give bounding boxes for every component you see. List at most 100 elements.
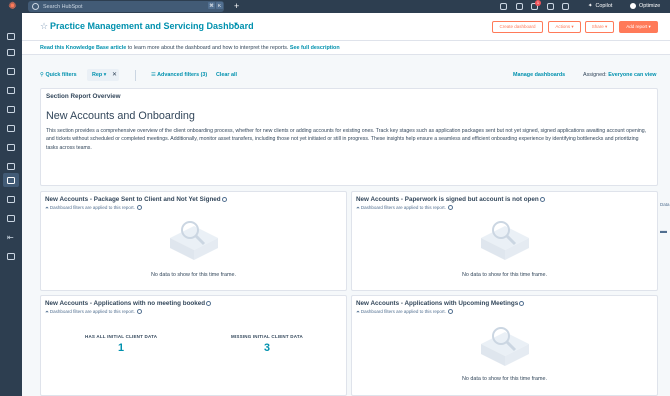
divider — [135, 70, 136, 81]
data-management-icon[interactable] — [7, 196, 15, 203]
reporting-icon[interactable] — [7, 177, 15, 184]
share-button[interactable]: Share ▾ — [585, 21, 614, 33]
search-icon — [32, 3, 39, 10]
actions-button[interactable]: Actions ▾ — [548, 21, 581, 33]
overview-header: Section Report Overview — [46, 93, 121, 100]
automation-icon[interactable] — [7, 163, 15, 170]
actions-label: Actions — [555, 24, 571, 29]
report-title-text: New Accounts - Package Sent to Client an… — [45, 196, 221, 203]
assigned-value-link[interactable]: Everyone can view — [608, 72, 656, 78]
full-description-link[interactable]: See full description — [290, 45, 340, 51]
sales-icon[interactable] — [7, 125, 15, 132]
overview-body: This section provides a comprehensive ov… — [46, 128, 647, 151]
content-icon[interactable] — [7, 106, 15, 113]
filter-applied-icon: ⏶ — [45, 205, 49, 210]
chevron-down-icon[interactable]: ▼ — [233, 22, 239, 28]
filter-applied-icon: ⏶ — [356, 309, 360, 314]
report-card-paperwork-signed[interactable]: New Accounts - Paperwork is signed but a… — [351, 191, 658, 291]
report-title: New Accounts - Package Sent to Client an… — [45, 196, 227, 203]
report-subtitle: ⏶ Dashboard filters are applied to this … — [45, 309, 143, 315]
clear-all-link[interactable]: Clear all — [216, 72, 237, 78]
dashboard-title[interactable]: Practice Management and Servicing Dashbo… — [50, 21, 254, 31]
apps-icon[interactable] — [7, 253, 15, 260]
report-subtitle-text: Dashboard filters are applied to this re… — [360, 309, 446, 314]
report-card-package-sent[interactable]: New Accounts - Package Sent to Client an… — [40, 191, 347, 291]
quick-filters-button[interactable]: ⚲ Quick filters — [40, 72, 77, 78]
avatar — [630, 2, 636, 9]
info-icon[interactable] — [206, 300, 212, 306]
create-plus-icon[interactable]: + — [234, 0, 239, 13]
knowledge-base-link[interactable]: Read this Knowledge Base article — [40, 45, 126, 51]
kpi-value[interactable]: 1 — [118, 342, 124, 354]
no-data-message: No data to show for this time frame. — [150, 272, 237, 278]
account-menu[interactable]: Optimize — [630, 0, 660, 13]
filters-bar: ⚲ Quick filters Rep ▾ ✕ ☰ Advanced filte… — [22, 66, 670, 86]
report-subtitle-text: Dashboard filters are applied to this re… — [360, 205, 446, 210]
info-icon[interactable] — [539, 196, 545, 202]
remove-filter-close-icon[interactable]: ✕ — [112, 69, 117, 81]
shortcut-key-k: K — [216, 2, 223, 9]
phone-icon[interactable] — [500, 3, 507, 10]
library-icon[interactable] — [7, 215, 15, 222]
filter-applied-icon: ⏶ — [45, 309, 49, 314]
notification-badge: 1 — [535, 0, 541, 6]
kb-description-text: to learn more about the dashboard and ho… — [126, 45, 290, 51]
report-subtitle-text: Dashboard filters are applied to this re… — [49, 309, 135, 314]
settings-gear-icon[interactable] — [547, 3, 554, 10]
report-title: New Accounts - Applications with no meet… — [45, 300, 212, 307]
overview-title: New Accounts and Onboarding — [46, 110, 195, 122]
report-subtitle: ⏶ Dashboard filters are applied to this … — [356, 309, 454, 315]
report-title: New Accounts - Paperwork is signed but a… — [356, 196, 545, 203]
dashboard-header: ☆ Practice Management and Servicing Dash… — [22, 13, 670, 41]
side-panel-tab[interactable]: Data — [660, 202, 670, 207]
kpi-label: MISSING INITIAL CLIENT DATA — [231, 334, 303, 339]
favorite-star-icon[interactable]: ☆ — [40, 21, 48, 32]
kpi-value[interactable]: 3 — [264, 342, 270, 354]
account-name: Optimize — [639, 3, 661, 9]
report-subtitle: ⏶ Dashboard filters are applied to this … — [356, 205, 454, 211]
info-icon[interactable] — [221, 196, 227, 202]
empty-state-magnifier-icon — [481, 221, 529, 260]
search-bar[interactable]: Search HubSpot — [28, 1, 224, 12]
info-icon[interactable] — [137, 205, 143, 211]
rep-filter-label: Rep — [92, 72, 103, 78]
marketplace-icon[interactable] — [516, 3, 523, 10]
marketing-icon[interactable] — [7, 87, 15, 94]
shortcut-key-cmd: ⌘ — [208, 2, 215, 9]
info-icon[interactable] — [448, 309, 454, 315]
no-data-message: No data to show for this time frame. — [461, 272, 548, 278]
info-icon[interactable] — [137, 309, 143, 315]
report-card-no-meeting-booked[interactable]: New Accounts - Applications with no meet… — [40, 295, 347, 396]
report-title-text: New Accounts - Applications with no meet… — [45, 300, 206, 307]
hubspot-logo-icon[interactable]: ✺ — [7, 1, 18, 12]
collapse-arrow-icon[interactable]: ⇤ — [7, 234, 15, 242]
top-navigation-bar: ✺ Search HubSpot ⌘ K + 1 ✦ Copilot Optimi… — [0, 0, 670, 13]
service-icon[interactable] — [7, 144, 15, 151]
filter-icon: ⚲ — [40, 72, 44, 78]
chat-bubble-icon[interactable]: ▬ — [660, 228, 670, 235]
info-icon[interactable] — [519, 300, 525, 306]
copilot-button[interactable]: ✦ Copilot — [588, 0, 612, 13]
kpi-label: HAS ALL INITIAL CLIENT DATA — [85, 334, 158, 339]
report-card-upcoming-meetings[interactable]: New Accounts - Applications with Upcomin… — [351, 295, 658, 396]
report-title: New Accounts - Applications with Upcomin… — [356, 300, 525, 307]
filter-applied-icon: ⏶ — [356, 205, 360, 210]
search-input[interactable]: Search HubSpot — [43, 4, 83, 10]
report-subtitle: ⏶ Dashboard filters are applied to this … — [45, 205, 143, 211]
section-overview-card: Section Report Overview New Accounts and… — [40, 88, 658, 186]
crm-icon[interactable] — [7, 68, 15, 75]
report-subtitle-text: Dashboard filters are applied to this re… — [49, 205, 135, 210]
advanced-filters-button[interactable]: ☰ Advanced filters (3) — [151, 72, 207, 78]
bookmarks-icon[interactable] — [7, 33, 15, 40]
copilot-sparkle-icon: ✦ — [588, 3, 593, 9]
sliders-icon: ☰ — [151, 72, 156, 78]
share-label: Share — [591, 24, 604, 29]
add-report-button[interactable]: Add report ▾ — [619, 21, 658, 33]
assigned-info: Assigned: Everyone can view — [583, 72, 656, 78]
manage-dashboards-link[interactable]: Manage dashboards — [513, 72, 565, 78]
workspaces-icon[interactable] — [7, 49, 15, 56]
create-dashboard-button[interactable]: Create dashboard — [492, 21, 543, 33]
notifications-bell-icon[interactable] — [562, 3, 569, 10]
info-icon[interactable] — [448, 205, 454, 211]
empty-state-magnifier-icon — [170, 221, 218, 260]
